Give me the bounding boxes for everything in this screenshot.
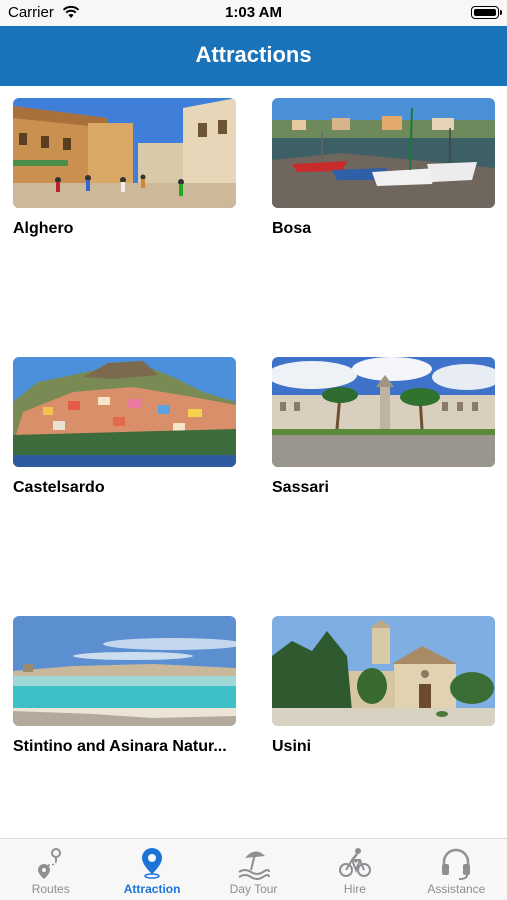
page-title: Attractions	[195, 42, 312, 67]
tab-day-tour[interactable]: Day Tour	[203, 839, 304, 900]
attraction-name[interactable]: Bosa	[272, 220, 495, 238]
sassari-photo[interactable]	[272, 357, 495, 467]
tab-label: Day Tour	[229, 882, 278, 896]
attraction-name[interactable]: Castelsardo	[13, 479, 236, 497]
tab-attraction[interactable]: Attraction	[101, 839, 202, 900]
attraction-card-alghero[interactable]: Alghero	[13, 98, 236, 238]
status-bar: Carrier 1:03 AM	[0, 0, 507, 26]
usini-photo[interactable]	[272, 616, 495, 726]
beach-umbrella-icon	[237, 851, 270, 880]
tab-bar: Routes Attraction Day Tour Hire Assistan…	[0, 838, 507, 900]
tab-label: Attraction	[123, 882, 181, 896]
attraction-card-sassari[interactable]: Sassari	[272, 357, 495, 497]
attraction-card-stintino[interactable]: Stintino and Asinara Natur...	[13, 616, 236, 756]
nav-bar: Attractions	[0, 26, 507, 86]
tab-label: Routes	[31, 882, 70, 896]
headset-icon	[442, 848, 471, 880]
location-pin-icon	[142, 848, 163, 879]
tab-routes[interactable]: Routes	[0, 839, 101, 900]
attraction-card-castelsardo[interactable]: Castelsardo	[13, 357, 236, 497]
attraction-card-bosa[interactable]: Bosa	[272, 98, 495, 238]
bosa-photo[interactable]	[272, 98, 495, 208]
attraction-name[interactable]: Usini	[272, 738, 495, 756]
attraction-name[interactable]: Stintino and Asinara Natur...	[13, 738, 236, 756]
tab-hire[interactable]: Hire	[304, 839, 405, 900]
battery-icon	[471, 6, 502, 19]
tab-label: Assistance	[427, 882, 486, 896]
route-pins-icon	[37, 848, 61, 879]
tab-assistance[interactable]: Assistance	[406, 839, 507, 900]
stintino-photo[interactable]	[13, 616, 236, 726]
bicycle-rider-icon	[338, 848, 371, 877]
clock: 1:03 AM	[225, 4, 282, 21]
tab-label: Hire	[343, 882, 366, 896]
attraction-name[interactable]: Alghero	[13, 220, 236, 238]
attraction-card-usini[interactable]: Usini	[272, 616, 495, 756]
alghero-photo[interactable]	[13, 98, 236, 208]
castelsardo-photo[interactable]	[13, 357, 236, 467]
attraction-name[interactable]: Sassari	[272, 479, 495, 497]
